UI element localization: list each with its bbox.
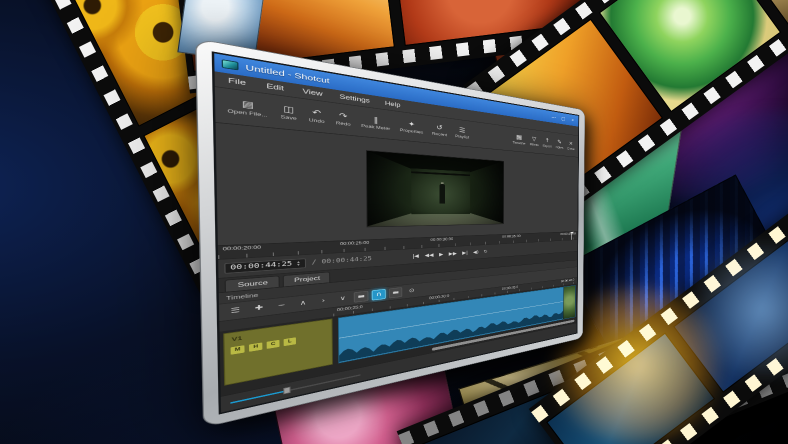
total-duration: / 00:00:44:25 xyxy=(311,255,372,267)
undo-button[interactable]: ↶ Undo xyxy=(303,106,331,126)
menu-view[interactable]: View xyxy=(293,86,331,99)
save-button[interactable]: ◫ Save xyxy=(274,102,303,123)
track-hide-button[interactable]: H xyxy=(248,342,263,352)
track-name: V1 xyxy=(231,334,243,343)
notes-icon: ✎ xyxy=(557,138,562,146)
clip-end-thumbnail xyxy=(563,285,576,320)
notes-button[interactable]: ✎ Notes xyxy=(554,138,566,151)
timecode-spinner[interactable]: 00:00:44:25 ▲ ▼ xyxy=(224,258,306,274)
timeline-button[interactable]: ▦ Timeline xyxy=(510,132,527,147)
peak-meter-button[interactable]: ‖ Peak Meter xyxy=(356,113,395,134)
playhead[interactable] xyxy=(571,231,573,240)
export-icon: ↑ xyxy=(544,136,550,144)
transport-buttons: |◀ ◀◀ ▶ ▶▶ ▶| ◀) ↻ xyxy=(412,249,487,259)
filters-icon: ▽ xyxy=(531,135,537,143)
rewind-button[interactable]: ◀◀ xyxy=(425,252,434,258)
toolbar-close-icon: × xyxy=(568,139,573,147)
skip-to-end-button[interactable]: ▶| xyxy=(462,250,468,255)
redo-button[interactable]: ↷ Redo xyxy=(330,109,356,129)
promo-collage-stage: www xyxy=(0,0,788,444)
undo-icon: ↶ xyxy=(312,107,322,118)
markers-button[interactable]: ▬ xyxy=(353,290,369,303)
video-preview[interactable] xyxy=(366,150,504,227)
play-button[interactable]: ▶ xyxy=(439,252,443,257)
properties-button[interactable]: ✦ Properties xyxy=(395,118,428,137)
redo-icon: ↷ xyxy=(339,111,348,121)
filters-button[interactable]: ▽ Filters xyxy=(528,134,541,148)
track-mute-button[interactable]: M xyxy=(230,345,245,355)
lift-button[interactable]: ∧ xyxy=(294,297,311,310)
split-button[interactable]: ∨ xyxy=(335,293,350,305)
peak-meter-icon: ‖ xyxy=(373,115,379,125)
timeline-icon: ▦ xyxy=(516,133,522,141)
export-button[interactable]: ↑ Export xyxy=(541,136,554,150)
ripple-toggle[interactable]: ⊙ xyxy=(405,285,418,296)
recent-button[interactable]: ↺ Recent xyxy=(428,122,452,139)
toolbar-close-button[interactable]: × Close xyxy=(565,139,576,152)
track-composite-button[interactable]: C xyxy=(266,339,280,349)
open-file-button[interactable]: ▤ Open File... xyxy=(220,95,274,120)
mute-button[interactable]: ◀) xyxy=(473,249,479,254)
maximize-button[interactable]: ▢ xyxy=(560,115,566,122)
app-icon xyxy=(221,59,239,71)
playlist-icon: ☰ xyxy=(458,126,466,135)
ripple-delete-button[interactable]: − xyxy=(272,299,290,312)
save-icon: ◫ xyxy=(283,104,295,115)
zoom-slider-handle[interactable] xyxy=(283,386,291,395)
spinner-arrows[interactable]: ▲ ▼ xyxy=(296,260,301,267)
loop-button[interactable]: ↻ xyxy=(484,249,488,254)
append-button[interactable]: ✚ xyxy=(249,302,268,316)
fast-forward-button[interactable]: ▶▶ xyxy=(449,251,457,257)
properties-icon: ✦ xyxy=(408,119,416,129)
track-lock-button[interactable]: L xyxy=(283,337,296,347)
overwrite-button[interactable]: › xyxy=(315,295,331,308)
scrub-toggle[interactable]: ▬ xyxy=(388,287,403,299)
snap-toggle[interactable]: ∩ xyxy=(371,288,386,301)
recent-icon: ↺ xyxy=(436,123,443,132)
open-file-icon: ▤ xyxy=(241,98,254,111)
menu-help[interactable]: Help xyxy=(377,99,407,110)
minimize-button[interactable]: — xyxy=(551,114,557,121)
timeline-menu-button[interactable]: ☰ xyxy=(225,304,245,318)
current-timecode: 00:00:44:25 xyxy=(230,260,293,272)
menu-file[interactable]: File xyxy=(217,75,256,89)
menu-edit[interactable]: Edit xyxy=(256,81,293,94)
playlist-button[interactable]: ☰ Playlist xyxy=(451,125,473,142)
skip-to-start-button[interactable]: |◀ xyxy=(412,253,419,259)
close-button[interactable]: × xyxy=(570,117,576,124)
